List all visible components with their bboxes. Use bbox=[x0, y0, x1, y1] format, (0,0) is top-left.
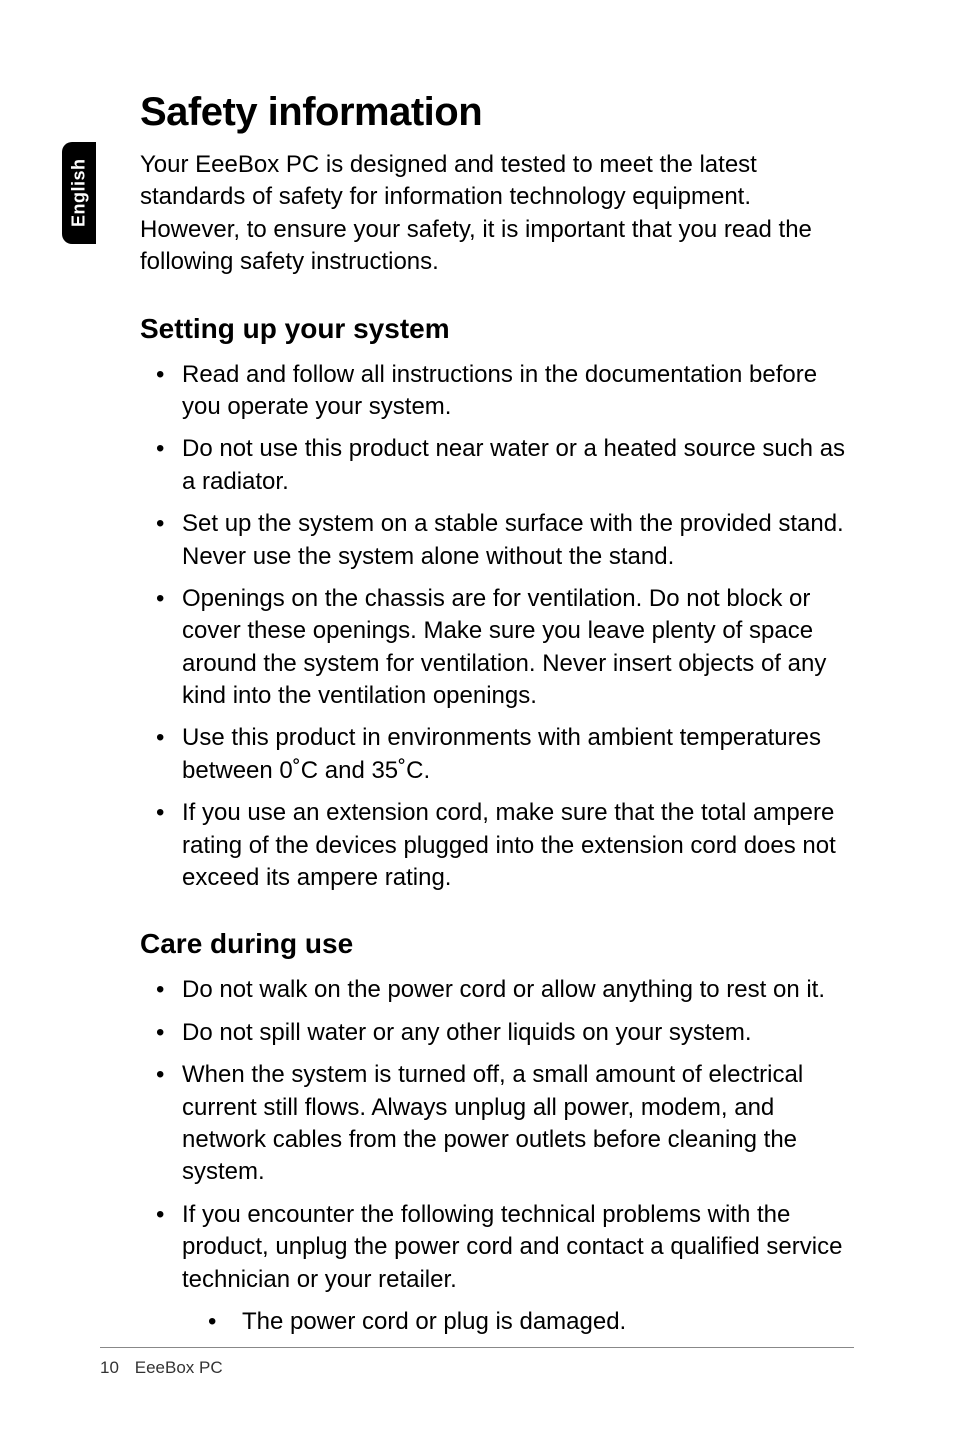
setup-list: Read and follow all instructions in the … bbox=[140, 359, 854, 895]
page-container: English Safety information Your EeeBox P… bbox=[0, 0, 954, 1438]
page-footer: 10 EeeBox PC bbox=[100, 1347, 854, 1378]
page-number: 10 bbox=[100, 1358, 130, 1378]
care-list: Do not walk on the power cord or allow a… bbox=[140, 974, 854, 1338]
page-title: Safety information bbox=[140, 90, 854, 135]
list-item: The power cord or plug is damaged. bbox=[182, 1306, 854, 1338]
list-item: Use this product in environments with am… bbox=[140, 722, 854, 787]
intro-paragraph: Your EeeBox PC is designed and tested to… bbox=[140, 149, 854, 279]
list-item: If you use an extension cord, make sure … bbox=[140, 797, 854, 894]
list-item: Read and follow all instructions in the … bbox=[140, 359, 854, 424]
list-item: Do not walk on the power cord or allow a… bbox=[140, 974, 854, 1006]
list-item: Do not use this product near water or a … bbox=[140, 433, 854, 498]
care-sublist: The power cord or plug is damaged. bbox=[182, 1306, 854, 1338]
list-item: If you encounter the following technical… bbox=[140, 1199, 854, 1339]
section-heading-setup: Setting up your system bbox=[140, 313, 854, 345]
list-item: Set up the system on a stable surface wi… bbox=[140, 508, 854, 573]
footer-title: EeeBox PC bbox=[135, 1358, 223, 1377]
language-tab: English bbox=[62, 142, 96, 244]
list-item: Do not spill water or any other liquids … bbox=[140, 1017, 854, 1049]
list-item: When the system is turned off, a small a… bbox=[140, 1059, 854, 1189]
list-item-text: If you encounter the following technical… bbox=[182, 1201, 842, 1293]
list-item: Openings on the chassis are for ventilat… bbox=[140, 583, 854, 713]
section-heading-care: Care during use bbox=[140, 928, 854, 960]
